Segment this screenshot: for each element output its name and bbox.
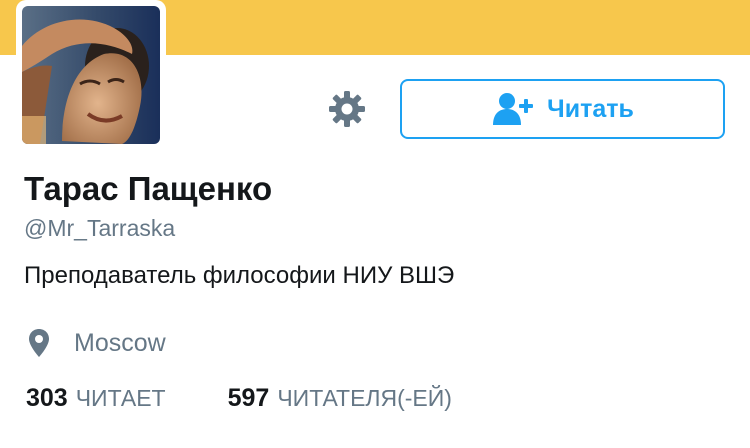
avatar[interactable] — [22, 6, 160, 144]
follow-button[interactable]: Читать — [400, 79, 725, 139]
followers-stat[interactable]: 597 ЧИТАТЕЛЯ(-ЕЙ) — [228, 384, 452, 413]
follow-button-label: Читать — [547, 94, 634, 123]
avatar-frame — [16, 0, 166, 150]
add-user-icon — [493, 93, 534, 125]
location-pin-icon — [29, 329, 49, 357]
profile-stats: 303 ЧИТАЕТ 597 ЧИТАТЕЛЯ(-ЕЙ) — [26, 384, 452, 413]
followers-count: 597 — [227, 384, 270, 412]
following-label: ЧИТАЕТ — [75, 385, 166, 411]
followers-label: ЧИТАТЕЛЯ(-ЕЙ) — [277, 385, 452, 411]
profile-name: Тарас Пащенко — [24, 170, 273, 207]
profile-handle: @Mr_Tarraska — [24, 215, 176, 241]
following-count: 303 — [26, 384, 68, 412]
gear-icon — [329, 91, 365, 127]
following-stat[interactable]: 303 ЧИТАЕТ — [26, 384, 166, 413]
settings-button[interactable] — [326, 88, 368, 130]
location-text: Moscow — [74, 328, 166, 357]
profile-location: Moscow — [28, 326, 166, 360]
profile-bio: Преподаватель философии НИУ ВШЭ — [24, 262, 455, 289]
